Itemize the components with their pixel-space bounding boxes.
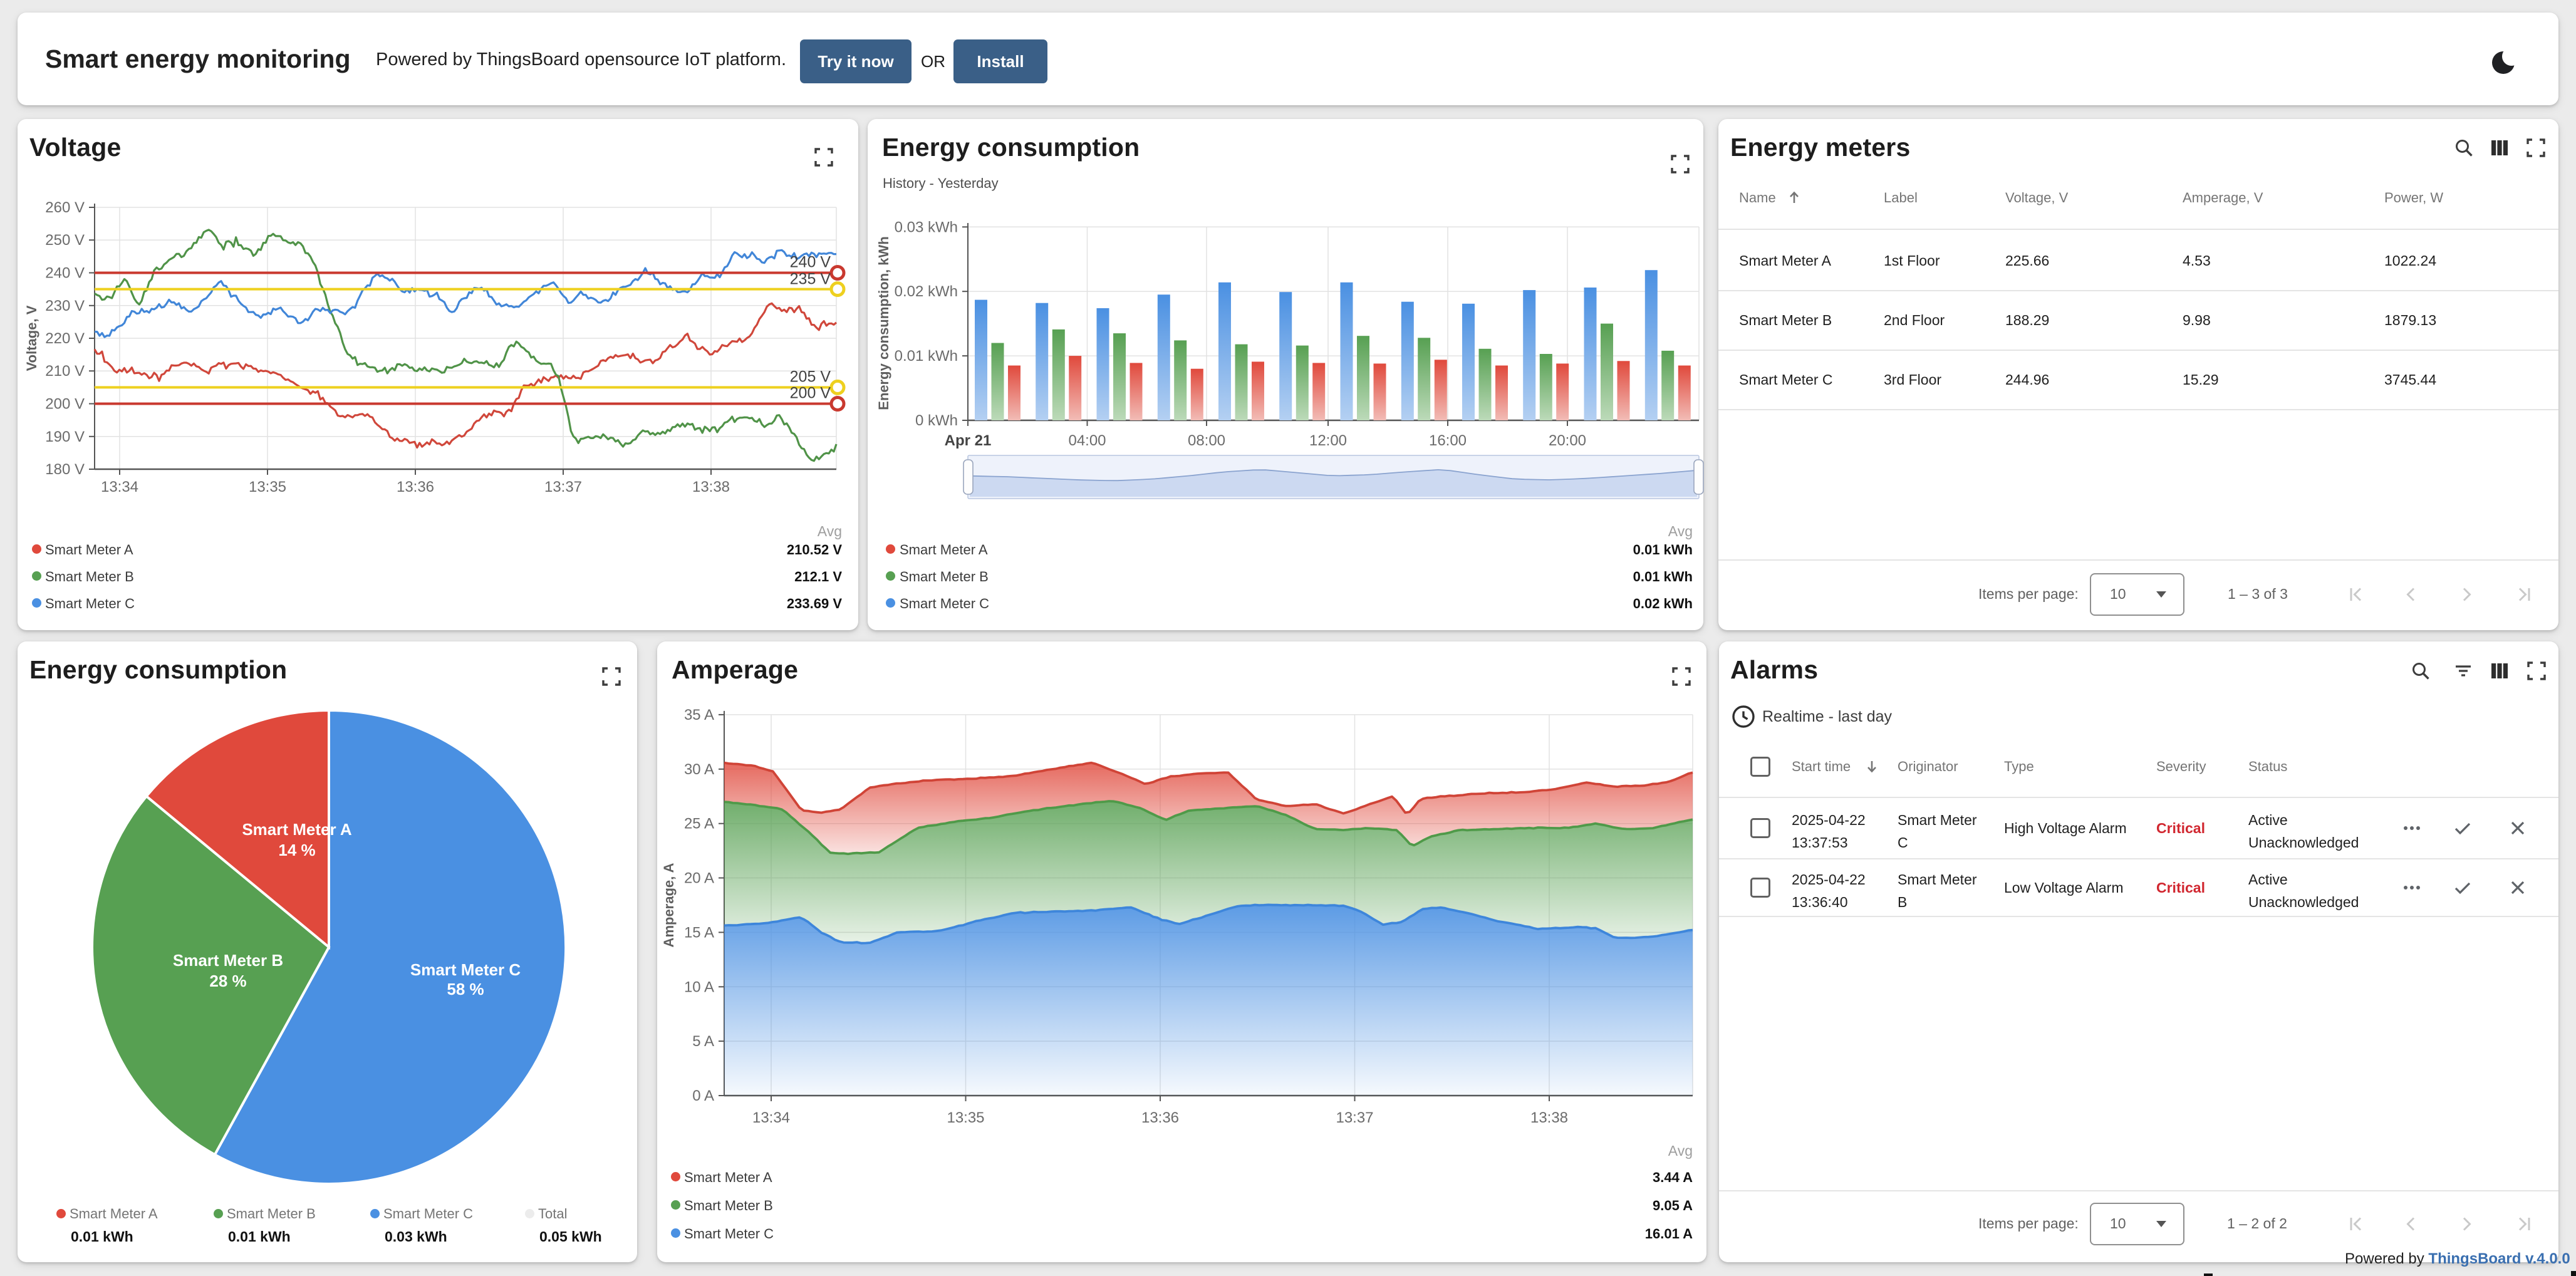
svg-text:35 A: 35 A <box>684 707 714 724</box>
svg-text:13:36: 13:36 <box>1141 1109 1179 1126</box>
svg-text:10 A: 10 A <box>684 978 714 995</box>
svg-text:260 V: 260 V <box>45 199 85 216</box>
svg-text:240 V: 240 V <box>45 265 85 282</box>
svg-text:12:00: 12:00 <box>1309 432 1347 449</box>
svg-text:0 kWh: 0 kWh <box>915 412 958 429</box>
svg-text:04:00: 04:00 <box>1068 432 1106 449</box>
svg-text:13:34: 13:34 <box>101 479 138 495</box>
svg-text:Amperage, A: Amperage, A <box>661 863 677 947</box>
svg-text:Voltage, V: Voltage, V <box>24 305 39 371</box>
svg-text:13:37: 13:37 <box>1336 1109 1373 1126</box>
svg-text:205 V: 205 V <box>790 368 831 385</box>
svg-text:08:00: 08:00 <box>1188 432 1225 449</box>
svg-text:230 V: 230 V <box>45 298 85 314</box>
svg-text:25 A: 25 A <box>684 816 714 833</box>
svg-text:Energy consumption, kWh: Energy consumption, kWh <box>876 236 891 410</box>
svg-text:250 V: 250 V <box>45 232 85 249</box>
svg-text:13:35: 13:35 <box>249 479 286 495</box>
svg-text:0.02 kWh: 0.02 kWh <box>895 283 958 300</box>
svg-text:200 V: 200 V <box>45 396 85 413</box>
svg-text:20 A: 20 A <box>684 870 714 887</box>
svg-text:180 V: 180 V <box>45 461 85 478</box>
svg-text:0 A: 0 A <box>692 1087 714 1104</box>
svg-text:15 A: 15 A <box>684 924 714 941</box>
svg-text:0.03 kWh: 0.03 kWh <box>895 219 958 236</box>
svg-text:13:35: 13:35 <box>947 1109 984 1126</box>
svg-text:13:38: 13:38 <box>1530 1109 1568 1126</box>
svg-text:16:00: 16:00 <box>1429 432 1467 449</box>
svg-text:14 %: 14 % <box>278 841 315 859</box>
svg-text:58 %: 58 % <box>447 980 484 998</box>
svg-text:200 V: 200 V <box>790 385 831 402</box>
svg-text:240 V: 240 V <box>790 254 831 271</box>
svg-text:210 V: 210 V <box>45 363 85 380</box>
svg-text:5 A: 5 A <box>692 1033 714 1050</box>
svg-text:20:00: 20:00 <box>1549 432 1586 449</box>
svg-text:13:37: 13:37 <box>544 479 582 495</box>
svg-text:Smart Meter A: Smart Meter A <box>242 820 352 839</box>
svg-text:Smart Meter C: Smart Meter C <box>410 960 521 979</box>
svg-text:220 V: 220 V <box>45 330 85 347</box>
svg-text:0.01 kWh: 0.01 kWh <box>895 348 958 365</box>
svg-text:190 V: 190 V <box>45 428 85 445</box>
svg-text:Smart Meter B: Smart Meter B <box>173 951 283 970</box>
svg-text:235 V: 235 V <box>790 271 831 288</box>
svg-text:13:36: 13:36 <box>397 479 434 495</box>
svg-text:30 A: 30 A <box>684 761 714 778</box>
svg-text:13:34: 13:34 <box>752 1109 790 1126</box>
svg-text:28 %: 28 % <box>209 972 246 990</box>
svg-text:Apr 21: Apr 21 <box>945 432 992 449</box>
svg-text:13:38: 13:38 <box>692 479 730 495</box>
